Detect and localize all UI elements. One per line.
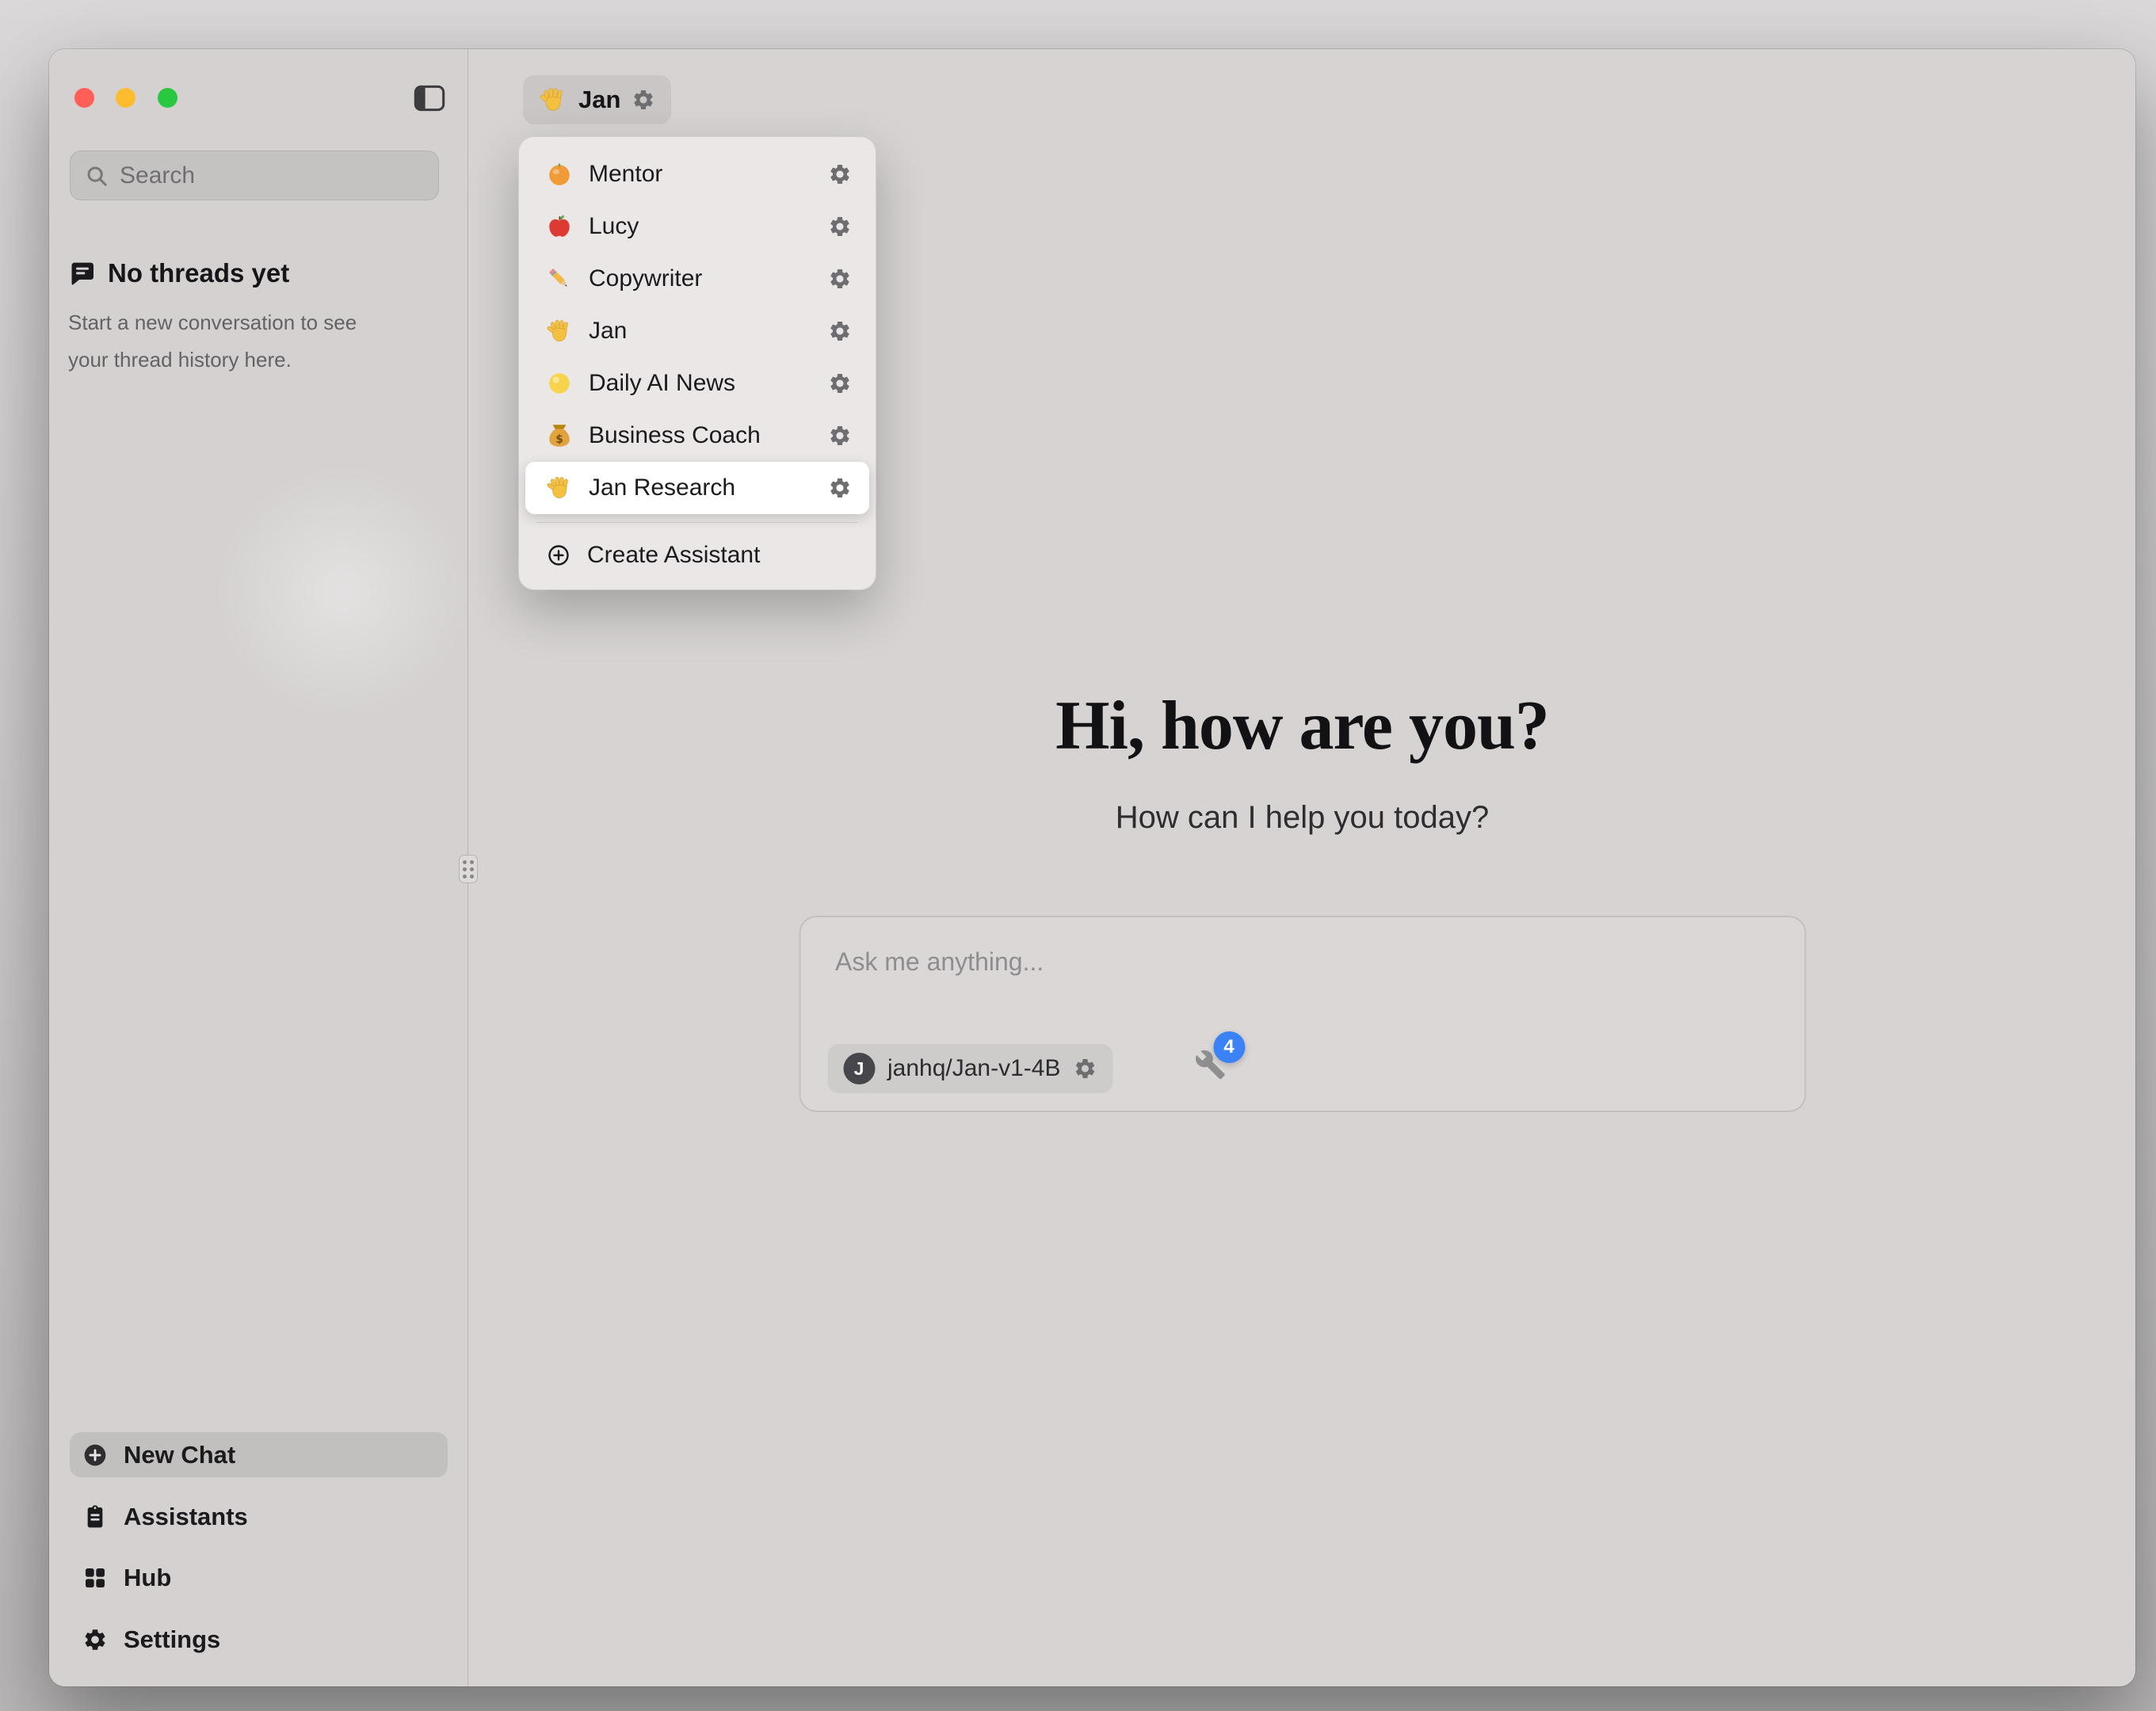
- sidebar-toggle-icon: [414, 85, 445, 112]
- plus-circle-icon: [82, 1442, 108, 1468]
- waving-hand-icon: [539, 86, 567, 114]
- empty-state-line1: Start a new conversation to see: [68, 304, 425, 341]
- empty-state-description: Start a new conversation to see your thr…: [68, 304, 425, 379]
- assistant-menu-item-daily-ai-news[interactable]: Daily AI News: [525, 357, 869, 410]
- create-assistant-label: Create Assistant: [587, 542, 760, 569]
- assistant-menu-item-jan-research[interactable]: Jan Research: [525, 462, 869, 514]
- tools-count-badge: 4: [1213, 1031, 1245, 1063]
- minimize-button[interactable]: [116, 88, 135, 108]
- model-avatar: J: [843, 1053, 875, 1084]
- search-input[interactable]: [120, 162, 424, 189]
- sidebar-item-assistants[interactable]: Assistants: [70, 1494, 448, 1539]
- zoom-button[interactable]: [158, 88, 177, 108]
- apple-icon: [546, 213, 573, 240]
- empty-state-line2: your thread history here.: [68, 341, 425, 379]
- sidebar-item-hub[interactable]: Hub: [70, 1555, 448, 1600]
- assistant-menu-item-jan[interactable]: Jan: [525, 305, 869, 357]
- sidebar-item-settings[interactable]: Settings: [70, 1617, 448, 1662]
- search-field[interactable]: [70, 151, 439, 200]
- hub-icon: [82, 1565, 108, 1591]
- chat-input-placeholder: Ask me anything...: [835, 947, 1044, 977]
- waving-hand-icon: [546, 474, 573, 501]
- assistant-settings-gear-icon[interactable]: [828, 372, 852, 395]
- yellow-circle-icon: [546, 370, 573, 397]
- sidebar-resize-handle[interactable]: [459, 855, 478, 883]
- assistant-settings-gear-icon[interactable]: [632, 88, 655, 112]
- assistant-settings-gear-icon[interactable]: [828, 319, 852, 343]
- app-window: No threads yet Start a new conversation …: [49, 49, 2135, 1686]
- assistant-dropdown-menu: Mentor Lucy: [518, 136, 876, 590]
- assistant-menu-item-lucy[interactable]: Lucy: [525, 200, 869, 253]
- waving-hand-icon: [546, 318, 573, 345]
- assistant-settings-gear-icon[interactable]: [828, 476, 852, 500]
- background-blob: [212, 461, 468, 722]
- assistant-settings-gear-icon[interactable]: [828, 162, 852, 186]
- greeting-subtitle: How can I help you today?: [469, 800, 2135, 836]
- sidebar-item-label: Settings: [124, 1625, 220, 1654]
- search-icon: [85, 164, 109, 188]
- plus-circle-outline-icon: [546, 543, 571, 568]
- empty-state-title: No threads yet: [108, 258, 289, 288]
- close-button[interactable]: [74, 88, 94, 108]
- model-selector[interactable]: J janhq/Jan-v1-4B: [827, 1044, 1112, 1093]
- greeting-title: Hi, how are you?: [469, 686, 2135, 766]
- settings-gear-icon: [82, 1627, 108, 1652]
- create-assistant-button[interactable]: Create Assistant: [525, 531, 869, 580]
- assistant-settings-gear-icon[interactable]: [828, 215, 852, 238]
- svg-text:$: $: [555, 433, 563, 446]
- assistant-settings-gear-icon[interactable]: [828, 424, 852, 448]
- money-bag-icon: $: [546, 422, 573, 449]
- sidebar-item-label: Assistants: [124, 1503, 248, 1531]
- sidebar-item-label: Hub: [124, 1564, 171, 1592]
- sidebar-item-new-chat[interactable]: New Chat: [70, 1432, 448, 1477]
- assistants-icon: [82, 1504, 108, 1530]
- chat-input[interactable]: Ask me anything... J janhq/Jan-v1-4B 4: [799, 916, 1806, 1112]
- main-area: Jan Mentor Lucy: [469, 49, 2135, 1686]
- pencil-icon: [546, 265, 573, 292]
- menu-divider: [536, 522, 858, 523]
- chat-bubble-icon: [70, 261, 95, 286]
- sidebar-item-label: New Chat: [124, 1441, 235, 1469]
- assistant-settings-gear-icon[interactable]: [828, 267, 852, 291]
- assistant-menu-item-business-coach[interactable]: $ Business Coach: [525, 410, 869, 462]
- toggle-sidebar-button[interactable]: [412, 82, 447, 114]
- model-settings-gear-icon[interactable]: [1073, 1057, 1097, 1080]
- tools-button[interactable]: 4: [1194, 1049, 1229, 1084]
- current-assistant-name: Jan: [578, 86, 620, 114]
- assistant-selector-button[interactable]: Jan: [523, 75, 671, 124]
- orange-circle-icon: [546, 161, 573, 188]
- sidebar: No threads yet Start a new conversation …: [49, 49, 468, 1686]
- empty-state-header: No threads yet: [70, 258, 289, 288]
- assistant-menu-item-copywriter[interactable]: Copywriter: [525, 253, 869, 305]
- assistant-menu-item-mentor[interactable]: Mentor: [525, 148, 869, 200]
- model-name: janhq/Jan-v1-4B: [887, 1055, 1060, 1082]
